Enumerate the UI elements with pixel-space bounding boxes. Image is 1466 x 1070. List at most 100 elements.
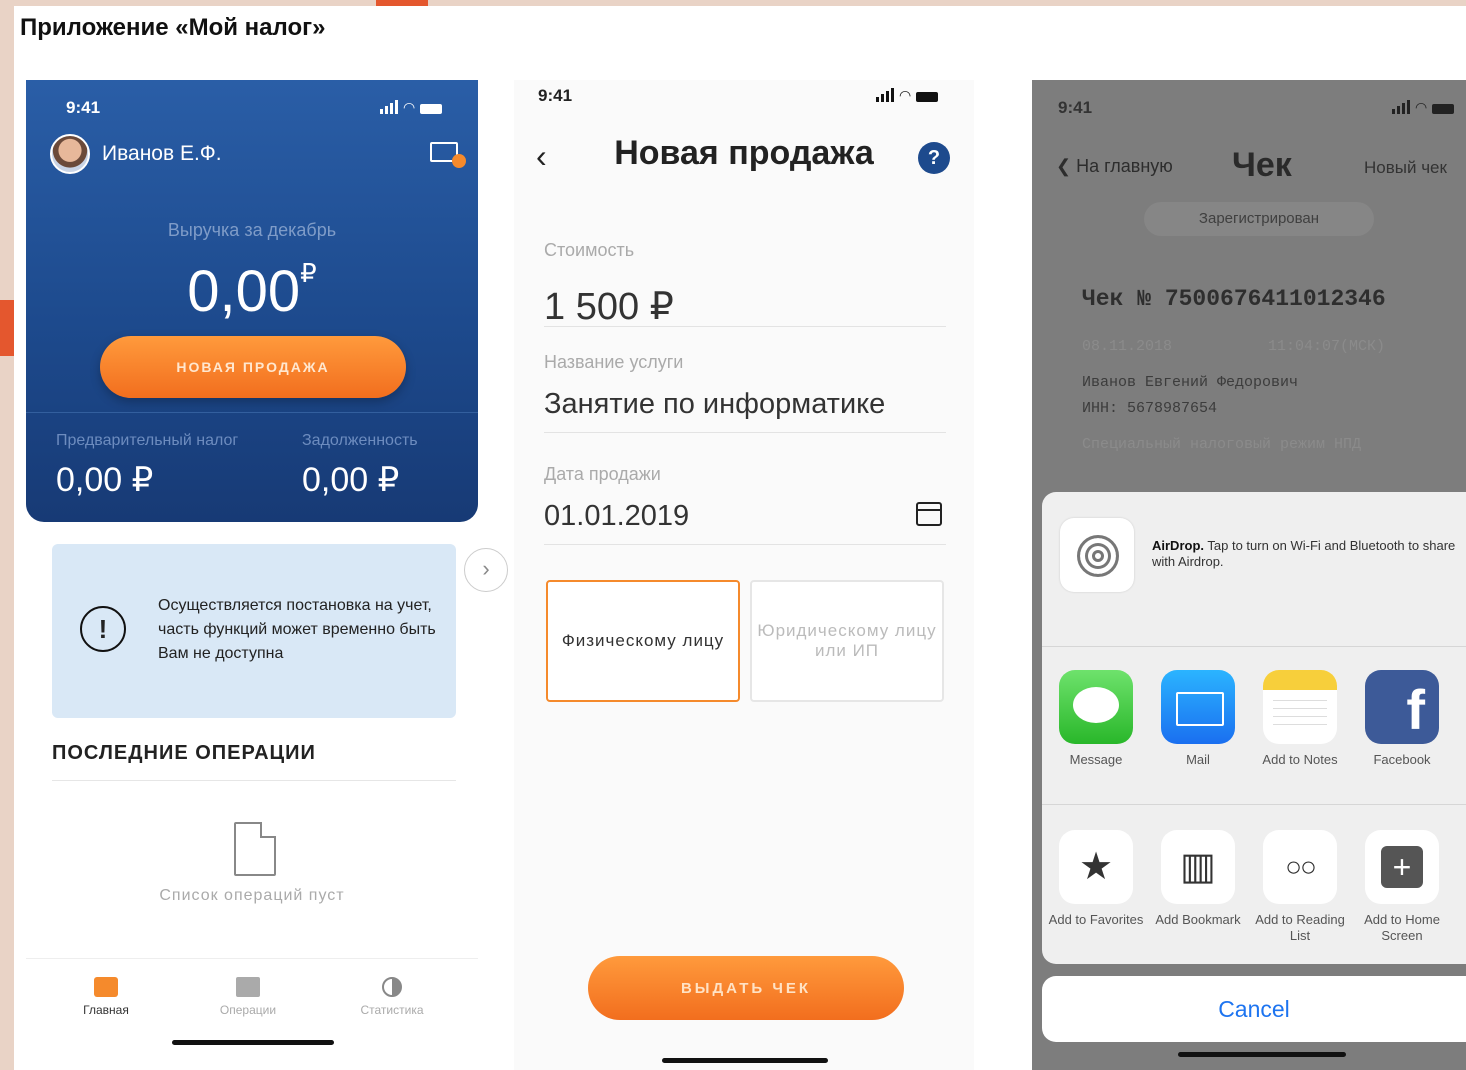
star-icon: ★ bbox=[1059, 830, 1133, 904]
empty-ops-text: Список операций пуст bbox=[159, 887, 345, 904]
share-label: Facebook bbox=[1373, 752, 1431, 767]
exclamation-icon: ! bbox=[80, 606, 126, 652]
divider bbox=[52, 780, 456, 781]
page-title: Приложение «Мой налог» bbox=[20, 14, 326, 41]
status-time: 9:41 bbox=[66, 98, 101, 117]
folder-icon bbox=[236, 977, 260, 997]
price-label: Стоимость bbox=[544, 240, 635, 260]
frame-accent bbox=[0, 300, 14, 356]
home-screen: 9:41 ◠ Иванов Е.Ф. Выручка за декабрь 0,… bbox=[26, 80, 478, 1070]
service-input[interactable]: Занятие по информатике bbox=[544, 388, 885, 421]
receipt-time: 11:04:07(МСК) bbox=[1268, 338, 1386, 355]
wifi-icon: ◠ bbox=[403, 99, 416, 115]
battery-icon bbox=[1432, 104, 1455, 114]
receipt-inn: ИНН: 5678987654 bbox=[1082, 400, 1218, 417]
status-icons: ◠ bbox=[1392, 100, 1455, 114]
share-sheet: AirDrop. Tap to turn on Wi-Fi and Blueto… bbox=[1042, 492, 1466, 964]
tab-label: Операции bbox=[219, 1003, 277, 1017]
share-facebook[interactable]: f Facebook bbox=[1354, 670, 1450, 768]
date-label: Дата продажи bbox=[544, 464, 661, 484]
home-indicator bbox=[1178, 1052, 1346, 1057]
battery-icon bbox=[916, 92, 939, 102]
issue-receipt-button[interactable]: ВЫДАТЬ ЧЕК bbox=[588, 956, 904, 1020]
action-label: Add to Home Screen bbox=[1364, 912, 1440, 943]
new-sale-screen: 9:41 ◠ ‹ Новая продажа ? Стоимость 1 500… bbox=[514, 80, 974, 1070]
action-label: Add Bookmark bbox=[1155, 912, 1241, 927]
share-label: Mail bbox=[1186, 752, 1210, 767]
tab-home[interactable]: Главная bbox=[46, 977, 166, 1017]
notes-icon bbox=[1263, 670, 1337, 744]
share-notes[interactable]: Add to Notes bbox=[1252, 670, 1348, 768]
action-home-screen[interactable]: Add to Home Screen bbox=[1354, 830, 1450, 944]
new-sale-button[interactable]: НОВАЯ ПРОДАЖА bbox=[100, 336, 406, 398]
glasses-icon: ○○ bbox=[1263, 830, 1337, 904]
share-message[interactable]: Message bbox=[1048, 670, 1144, 768]
frame-accent bbox=[376, 0, 428, 6]
facebook-icon: f bbox=[1365, 670, 1439, 744]
debt-value: 0,00 ₽ bbox=[302, 461, 400, 499]
top-frame-border bbox=[0, 0, 1466, 6]
price-input[interactable]: 1 500 ₽ bbox=[544, 284, 674, 329]
prelim-tax-value: 0,00 ₽ bbox=[56, 461, 154, 499]
pie-chart-icon bbox=[382, 977, 402, 997]
date-input[interactable]: 01.01.2019 bbox=[544, 500, 689, 533]
legal-entity-option[interactable]: Юридическому лицу или ИП bbox=[750, 580, 944, 702]
home-indicator bbox=[172, 1040, 334, 1045]
field-underline bbox=[544, 544, 946, 545]
individual-option[interactable]: Физическому лицу bbox=[546, 580, 740, 702]
action-bookmark[interactable]: ▥ Add Bookmark bbox=[1150, 830, 1246, 928]
share-mail[interactable]: Mail bbox=[1150, 670, 1246, 768]
help-icon[interactable]: ? bbox=[918, 142, 950, 174]
notice-text: Осуществляется постановка на учет, часть… bbox=[158, 597, 436, 662]
signal-icon bbox=[876, 88, 894, 102]
share-label: Add to Notes bbox=[1262, 752, 1338, 767]
registration-notice: ! Осуществляется постановка на учет, час… bbox=[52, 544, 456, 718]
action-favorites[interactable]: ★ Add to Favorites bbox=[1048, 830, 1144, 928]
wifi-icon: ◠ bbox=[899, 87, 912, 103]
revenue-amount: 0,00 bbox=[187, 259, 301, 324]
mail-icon[interactable] bbox=[430, 142, 466, 168]
receipt-number: Чек № 7500676411012346 bbox=[1082, 286, 1386, 312]
status-badge: Зарегистрирован bbox=[1144, 202, 1374, 236]
revenue-panel: 9:41 ◠ Иванов Е.Ф. Выручка за декабрь 0,… bbox=[26, 80, 478, 522]
service-label: Название услуги bbox=[544, 352, 684, 372]
tab-operations[interactable]: Операции bbox=[188, 977, 308, 1017]
cancel-button[interactable]: Cancel bbox=[1042, 976, 1466, 1042]
mail-icon bbox=[1161, 670, 1235, 744]
tab-label: Статистика bbox=[360, 1003, 424, 1017]
currency-mark: ₽ bbox=[300, 258, 317, 288]
status-time: 9:41 bbox=[538, 86, 573, 105]
document-icon bbox=[234, 822, 276, 876]
debt-label: Задолженность bbox=[302, 432, 418, 449]
action-reading-list[interactable]: ○○ Add to Reading List bbox=[1252, 830, 1348, 944]
new-check-button[interactable]: Новый чек bbox=[1364, 158, 1447, 178]
field-underline bbox=[544, 432, 946, 433]
tab-label: Главная bbox=[83, 1003, 129, 1017]
receipt-screen: 9:41 ◠ ❮ На главную Чек Новый чек Зареги… bbox=[1032, 80, 1466, 1070]
recent-ops-title: ПОСЛЕДНИЕ ОПЕРАЦИИ bbox=[52, 742, 316, 764]
avatar[interactable] bbox=[50, 134, 90, 174]
status-icons: ◠ bbox=[380, 99, 443, 115]
battery-icon bbox=[420, 104, 443, 114]
user-name[interactable]: Иванов Е.Ф. bbox=[102, 142, 222, 166]
screen-title: Новая продажа bbox=[614, 134, 874, 172]
airdrop-title: AirDrop. bbox=[1152, 538, 1204, 553]
briefcase-icon bbox=[94, 977, 118, 997]
back-to-home-button[interactable]: ❮ На главную bbox=[1056, 156, 1173, 177]
home-indicator bbox=[662, 1058, 828, 1063]
airdrop-icon[interactable] bbox=[1060, 518, 1134, 592]
plus-square-icon bbox=[1365, 830, 1439, 904]
signal-icon bbox=[1392, 100, 1410, 114]
receipt-regime: Специальный налоговый режим НПД bbox=[1082, 436, 1362, 453]
calendar-icon[interactable] bbox=[916, 502, 942, 526]
screen-title: Чек bbox=[1232, 146, 1292, 184]
field-underline bbox=[544, 326, 946, 327]
chevron-right-icon[interactable]: › bbox=[464, 548, 508, 592]
airdrop-info: AirDrop. Tap to turn on Wi-Fi and Blueto… bbox=[1152, 538, 1458, 570]
prelim-tax-label: Предварительный налог bbox=[56, 432, 239, 449]
tab-statistics[interactable]: Статистика bbox=[332, 977, 452, 1017]
receipt-seller: Иванов Евгений Федорович bbox=[1082, 374, 1299, 391]
left-frame-border bbox=[0, 0, 14, 1070]
action-label: Add to Reading List bbox=[1255, 912, 1345, 943]
receipt-date: 08.11.2018 bbox=[1082, 338, 1173, 355]
